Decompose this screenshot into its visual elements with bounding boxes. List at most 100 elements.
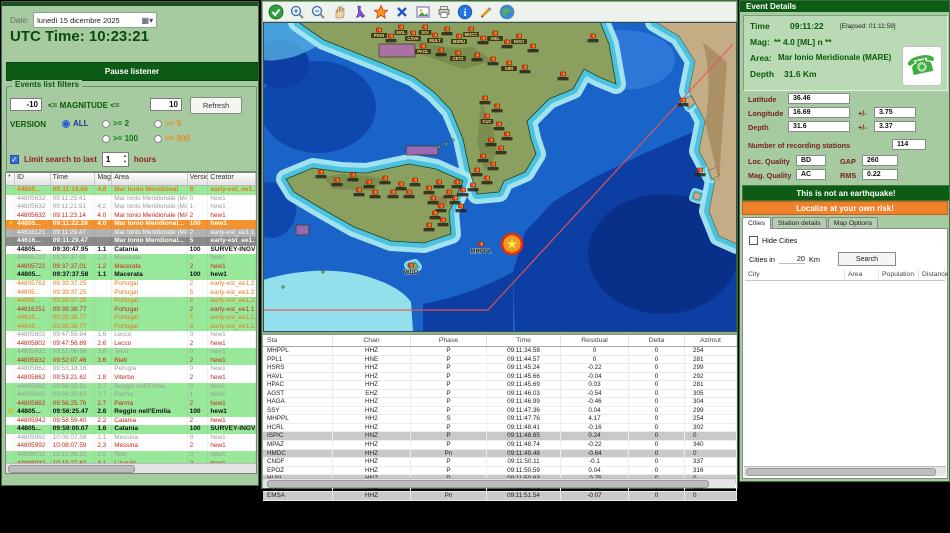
events-table-header[interactable]: *IDTimeMagAreaVersionCreator [6, 173, 257, 186]
events-col-Area[interactable]: Area [112, 173, 188, 185]
event-row[interactable]: 44805... 09:30:47.95 1.1 Catania 100 SURVEY-I… [6, 245, 256, 255]
cities-col-City[interactable]: City [745, 269, 845, 280]
event-row[interactable]: 44805802 09:47:55.84 1.6 Lecco 0 hew1 [6, 331, 256, 340]
pick-row[interactable]: ISPIC HNZ P 09:11:48.65 0.24 0 0 [263, 432, 737, 442]
rms-field[interactable]: 0.22 [862, 169, 898, 180]
localize-button[interactable]: Localize at your own risk! [742, 201, 948, 215]
picks-table-header[interactable]: Sta Chan Phase Time Residual Delta Azimut [263, 335, 737, 347]
italy-region-icon[interactable] [351, 3, 368, 20]
image-export-icon[interactable] [414, 3, 431, 20]
event-row[interactable]: 44805... 09:59:00.07 1.6 Catania 100 SURVEY-I… [6, 425, 256, 434]
date-picker[interactable]: lunedì 15 dicembre 2025 ▦▾ [33, 12, 158, 28]
cities-table-header[interactable]: City Area Population Distance [745, 269, 948, 281]
pick-row[interactable]: HCRL HHZ P 09:11:48.41 -0.16 0 302 [263, 423, 737, 433]
event-row[interactable]: 44805762 09:39:37.25 Portugal 2 early-est_ee… [6, 280, 256, 289]
depth-err-field[interactable]: 3.37 [874, 121, 916, 132]
pause-listener-button[interactable]: Pause listener [6, 62, 258, 81]
event-row[interactable]: 44805802 09:47:56.89 2.6 Lecco 2 hew1 [6, 339, 256, 349]
pick-row[interactable]: HAVL HHZ P 09:11:45.66 -0.04 0 292 [263, 372, 737, 382]
event-row[interactable]: ★ 44805... 09:11:22.26 4.0 Mar Ionio Meridio… [6, 220, 256, 229]
event-row[interactable]: 44805862 09:53:21.62 1.8 Viterbo 2 hew1 [6, 374, 256, 383]
pick-row[interactable]: PPL1 HNE P 09:11:44.57 0 0 281 [263, 355, 737, 365]
event-row[interactable]: 44805632 09:11:25.41 Mar Ionio Meridionale… [6, 194, 256, 204]
events-col-ID[interactable]: ID [15, 173, 51, 185]
station-cluster-box[interactable] [295, 224, 310, 236]
event-row[interactable]: 44805... 09:39:37.25 Portugal 5 early-est_ee… [6, 288, 256, 298]
call-button[interactable]: ☎ [902, 46, 942, 86]
star-events-icon[interactable] [372, 3, 389, 20]
event-row[interactable]: 44805832 09:52:07.46 3.6 Rieti 2 hew1 [6, 356, 256, 366]
longitude-field[interactable]: 16.69 [788, 107, 850, 118]
stations-count-field[interactable]: 114 [892, 139, 926, 150]
cities-km-input[interactable]: 20 [778, 254, 805, 264]
event-row[interactable]: 44616... 09:11:29.47 Mar Ionio Meridional.… [6, 237, 256, 246]
calendar-icon[interactable]: ▦▾ [142, 16, 154, 25]
event-row[interactable]: 44805... 09:39:37.25 Portugal 8 early-est_ee… [6, 297, 256, 306]
picks-hscrollbar[interactable] [263, 478, 735, 488]
station-cluster-box[interactable] [405, 145, 439, 156]
station-cluster-box[interactable] [378, 43, 416, 58]
event-row[interactable]: 44616121 09:11:29.47 Mar Ionio Meridionale… [6, 228, 256, 238]
event-row[interactable]: 44616251 09:39:38.77 Portugal 2 early-est_ee… [6, 305, 256, 315]
radio-version-100[interactable]: >= 100 [102, 134, 138, 143]
event-row[interactable]: 44616... 09:39:38.77 Portugal 5 early-est_ee… [6, 314, 256, 323]
mag-quality-field[interactable]: AC [796, 169, 826, 180]
pan-hand-icon[interactable] [330, 3, 347, 20]
zoom-in-icon[interactable] [288, 3, 305, 20]
print-icon[interactable] [435, 3, 452, 20]
events-hscrollbar[interactable] [6, 463, 256, 473]
pick-row[interactable]: CNDF HHZ P 09:11:50.11 -0.1 0 337 [263, 458, 737, 467]
pick-row[interactable]: EMSA HHZ Pn 09:11:51.54 -0.07 0 0 [263, 492, 737, 501]
pick-row[interactable]: MPAZ HHZ P 09:11:48.74 -0.22 0 340 [263, 441, 737, 450]
globe-icon[interactable] [498, 3, 515, 20]
radio-version-5[interactable]: >= 5 [154, 119, 181, 128]
picks-col-Azimut[interactable]: Azimut [685, 335, 737, 346]
cities-col-Population[interactable]: Population [879, 269, 919, 280]
event-row[interactable]: 44805992 10:08:07.59 2.3 Messina 2 hew1 [6, 442, 256, 451]
pick-row[interactable]: HSRS HHZ P 09:11:45.24 -0.22 0 299 [263, 364, 737, 373]
hide-cities-checkbox[interactable] [749, 236, 758, 245]
refresh-button[interactable]: Refresh [190, 97, 242, 114]
close-x-icon[interactable] [393, 3, 410, 20]
events-col-Time[interactable]: Time [51, 173, 96, 185]
pick-row[interactable]: HMDC HHZ Pn 09:11:49.48 -0.64 0 0 [263, 449, 737, 459]
tab-cities[interactable]: Cities [742, 217, 771, 229]
limit-checkbox[interactable]: ✓ [10, 155, 19, 164]
picks-col-Sta[interactable]: Sta [263, 335, 333, 346]
depth-field[interactable]: 31.6 [788, 121, 850, 132]
longitude-err-field[interactable]: 3.75 [874, 107, 916, 118]
event-row[interactable]: 44806032 10:15:26.10 2.0 Rieti 0 hew1 [6, 450, 256, 460]
picks-col-Residual[interactable]: Residual [561, 335, 629, 346]
confirm-icon[interactable] [267, 3, 284, 20]
event-row[interactable]: 44805832 09:52:08.68 3.8 Terni 0 hew1 [6, 348, 256, 357]
cities-hscroll-thumb[interactable] [746, 468, 936, 476]
event-row[interactable]: 44616... 09:39:38.77 Portugal 8 early-est_ee… [6, 322, 256, 332]
latitude-field[interactable]: 36.46 [788, 93, 850, 104]
event-row[interactable]: 44805632 09:11:23.14 4.0 Mar Ionio Meridion… [6, 211, 256, 221]
zoom-out-icon[interactable] [309, 3, 326, 20]
picks-col-Delta[interactable]: Delta [629, 335, 685, 346]
cities-col-Area[interactable]: Area [845, 269, 879, 280]
pick-row[interactable]: HPAC HHZ P 09:11:45.69 0.03 0 281 [263, 381, 737, 390]
map[interactable]: PIGN MOL CAVA SOI MULT MSRU MOCC AIEL NOCI PAOL CE… [246, 12, 747, 332]
picks-col-Time[interactable]: Time [487, 335, 561, 346]
epicenter-marker[interactable] [500, 232, 524, 256]
radio-version-2[interactable]: >= 2 [102, 119, 129, 128]
event-row[interactable]: 44805722 09:37:37.01 1.2 Macerata 2 hew1 [6, 262, 256, 272]
magnitude-min-input[interactable]: -10 [10, 98, 42, 111]
radio-version-900[interactable]: >= 900 [154, 134, 190, 143]
event-row[interactable]: 44805882 09:56:25.62 2.7 Parma 1 hew1 [6, 391, 256, 400]
events-col-Creator[interactable]: Creator [208, 173, 257, 185]
map-svg[interactable]: PIGN MOLCAVASOIMULT MSRUMOCC AIEL NOCI PAOL CE… [246, 12, 747, 332]
pick-row[interactable]: AGST EHZ P 09:11:46.03 -0.54 0 305 [263, 389, 737, 399]
radio-version-all[interactable]: ALL [62, 119, 89, 128]
event-row[interactable]: 44805722 09:37:37.01 1.2 Macerata 0 hew1 [6, 254, 256, 263]
loc-quality-field[interactable]: BD [796, 155, 826, 166]
pick-row[interactable]: SSY HNZ P 09:11:47.36 0.04 0 299 [263, 406, 737, 416]
event-row[interactable]: 44805942 09:58:59.40 2.2 Catania 2 hew1 [6, 416, 256, 426]
cities-hscrollbar[interactable] [744, 466, 946, 476]
picks-col-Chan[interactable]: Chan [333, 335, 411, 346]
info-icon[interactable]: i [456, 3, 473, 20]
events-hscroll-thumb[interactable] [8, 465, 135, 473]
picks-hscroll-thumb[interactable] [267, 480, 709, 488]
